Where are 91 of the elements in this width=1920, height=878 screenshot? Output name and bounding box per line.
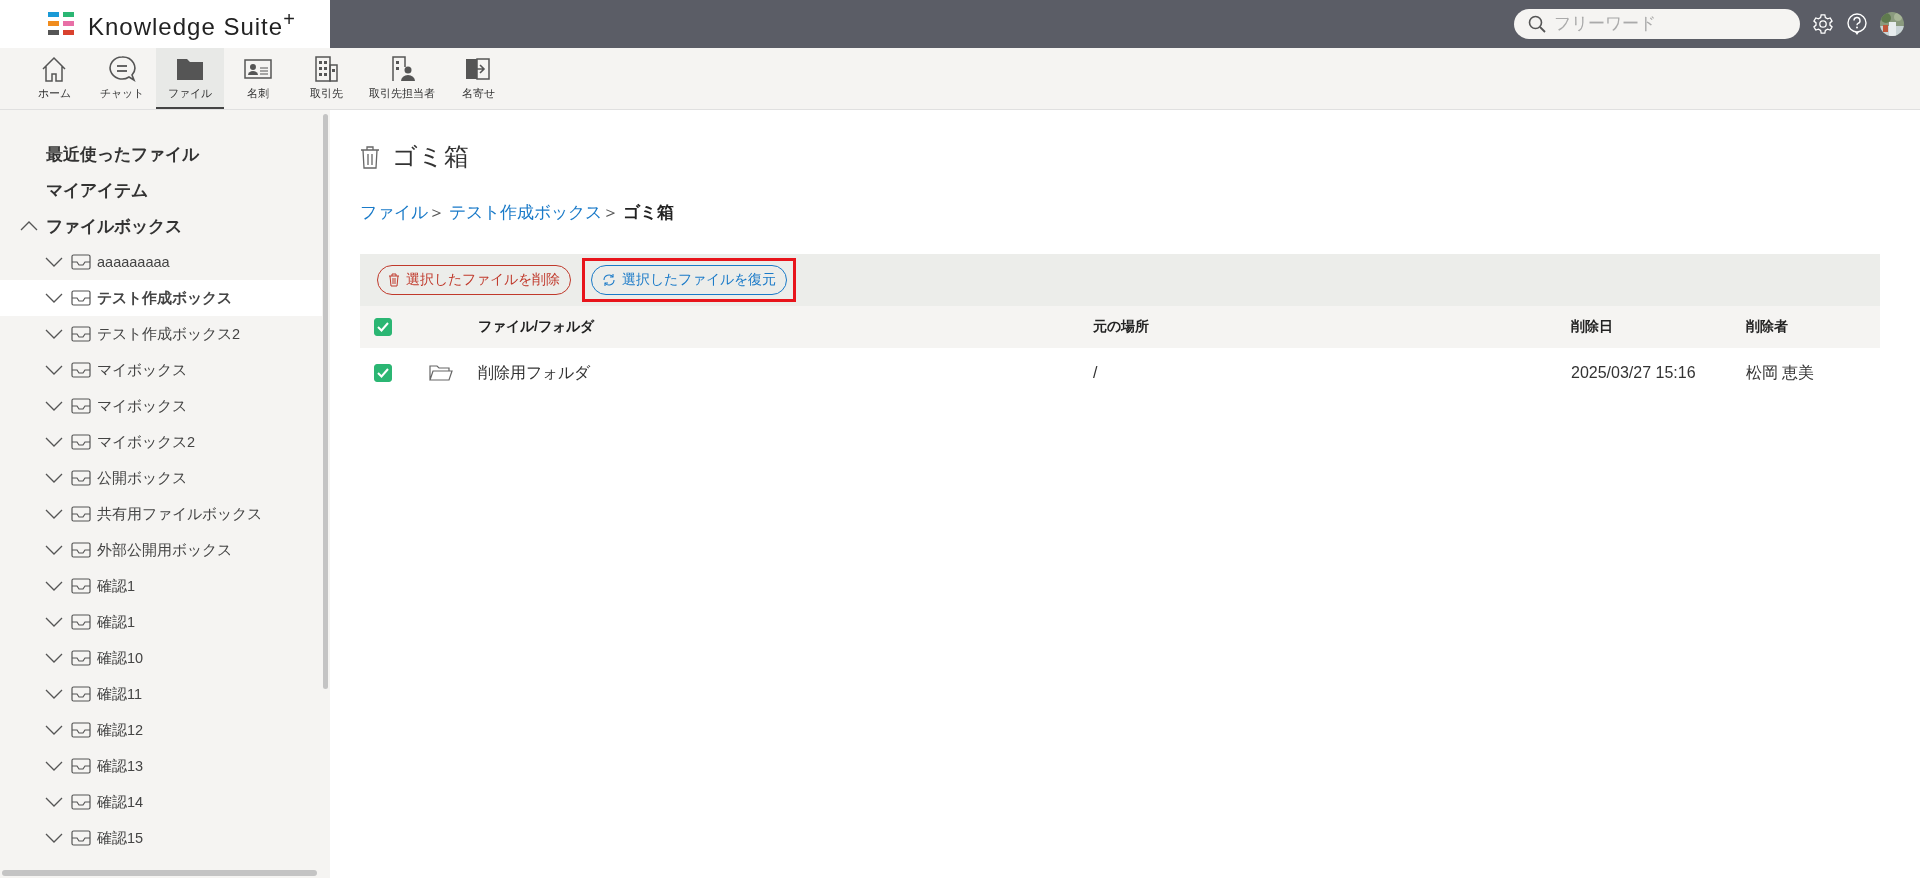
search-icon [1528, 15, 1546, 33]
logo-icon [48, 12, 76, 36]
breadcrumb-link[interactable]: テスト作成ボックス [449, 201, 602, 224]
table-cell: 2025/03/27 15:16 [1571, 364, 1696, 381]
table-cell: 松岡 恵美 [1746, 363, 1815, 381]
sidebar-item[interactable]: 公開ボックス [0, 460, 322, 496]
sidebar-item[interactable]: 確認1 [0, 568, 322, 604]
sidebar-item[interactable]: テスト作成ボックス2 [0, 316, 322, 352]
trash-icon [360, 144, 380, 169]
column-header: 削除者 [1746, 318, 1788, 334]
inbox-icon [71, 614, 91, 630]
inbox-icon [71, 542, 91, 558]
inbox-icon [71, 830, 91, 846]
chevron-down-icon[interactable] [45, 509, 63, 519]
chevron-down-icon[interactable] [45, 401, 63, 411]
settings-icon[interactable] [1812, 13, 1834, 35]
inbox-icon [71, 578, 91, 594]
nav-tab[interactable]: ファイル [156, 48, 224, 109]
help-icon[interactable] [1846, 12, 1868, 36]
column-header: ファイル/フォルダ [478, 318, 594, 334]
nav-tab[interactable]: 取引先担当者 [360, 48, 444, 109]
scrollbar[interactable] [2, 870, 317, 876]
chevron-down-icon[interactable] [45, 617, 63, 627]
inbox-icon [71, 362, 91, 378]
column-header: 削除日 [1571, 318, 1613, 334]
table-cell: 削除用フォルダ [478, 363, 590, 381]
row-checkbox[interactable] [374, 364, 392, 382]
sidebar-item[interactable]: aaaaaaaaa [0, 244, 322, 280]
chevron-down-icon[interactable] [45, 437, 63, 447]
inbox-icon [71, 650, 91, 666]
sidebar-item[interactable]: 確認1 [0, 604, 322, 640]
chevron-down-icon[interactable] [45, 257, 63, 267]
nav-tab[interactable]: 名寄せ [444, 48, 512, 109]
sidebar-item[interactable]: 確認12 [0, 712, 322, 748]
logo-text: Knowledge Suite$^{+}$ [88, 7, 296, 41]
inbox-icon [71, 686, 91, 702]
nav-tab[interactable]: チャット [88, 48, 156, 109]
chat-icon [107, 54, 137, 83]
chevron-down-icon[interactable] [45, 329, 63, 339]
sidebar-item[interactable]: マイアイテム [46, 178, 148, 202]
inbox-icon [71, 434, 91, 450]
chevron-down-icon[interactable] [45, 689, 63, 699]
table-cell: / [1093, 364, 1098, 381]
chevron-down-icon[interactable] [45, 725, 63, 735]
sidebar-item[interactable]: ファイルボックス [46, 214, 182, 238]
sidebar-item[interactable]: 外部公開用ボックス [0, 532, 322, 568]
sidebar-item[interactable]: テスト作成ボックス [0, 280, 322, 316]
inbox-icon [71, 290, 91, 306]
breadcrumb-current: ゴミ箱 [623, 202, 674, 224]
sidebar-item[interactable]: マイボックス2 [0, 424, 322, 460]
chevron-down-icon[interactable] [45, 797, 63, 807]
sidebar-item[interactable]: 共有用ファイルボックス [0, 496, 322, 532]
column-header: 元の場所 [1093, 318, 1149, 334]
chevron-down-icon[interactable] [45, 473, 63, 483]
sidebar-item[interactable]: マイボックス [0, 352, 322, 388]
nav-tab[interactable]: 名刺 [224, 48, 292, 109]
inbox-icon [71, 254, 91, 270]
inbox-icon [71, 470, 91, 486]
sidebar-item[interactable]: マイボックス [0, 388, 322, 424]
nav-tab[interactable]: 取引先 [292, 48, 360, 109]
search-field[interactable]: フリーワード [1514, 9, 1800, 39]
chevron-down-icon[interactable] [45, 293, 63, 303]
chevron-down-icon[interactable] [45, 833, 63, 843]
sidebar-item[interactable]: 確認11 [0, 676, 322, 712]
trash-icon [388, 273, 400, 287]
chevron-down-icon[interactable] [45, 365, 63, 375]
chevron-down-icon[interactable] [45, 653, 63, 663]
chevron-up-icon[interactable] [20, 221, 38, 231]
inbox-icon [71, 794, 91, 810]
inbox-icon [71, 758, 91, 774]
sidebar-item[interactable]: 確認14 [0, 784, 322, 820]
inbox-icon [71, 722, 91, 738]
folder-icon [429, 364, 453, 382]
page-title: ゴミ箱 [392, 141, 469, 172]
chevron-down-icon[interactable] [45, 761, 63, 771]
chevron-down-icon[interactable] [45, 545, 63, 555]
refresh-icon [602, 273, 616, 287]
nav-tab[interactable]: ホーム [20, 48, 88, 109]
sidebar-item[interactable]: 確認13 [0, 748, 322, 784]
breadcrumb-separator: ＞ [428, 202, 445, 224]
inbox-icon [71, 326, 91, 342]
chevron-down-icon[interactable] [45, 581, 63, 591]
inbox-icon [71, 398, 91, 414]
inbox-icon [71, 506, 91, 522]
breadcrumb-link[interactable]: ファイル [360, 201, 428, 224]
sidebar-item[interactable]: 確認10 [0, 640, 322, 676]
scrollbar[interactable] [323, 114, 328, 689]
select-all-checkbox[interactable] [374, 318, 392, 336]
sidebar-item[interactable]: 確認15 [0, 820, 322, 856]
sidebar-item[interactable]: 最近使ったファイル [46, 142, 199, 166]
breadcrumb-separator: ＞ [602, 202, 619, 224]
